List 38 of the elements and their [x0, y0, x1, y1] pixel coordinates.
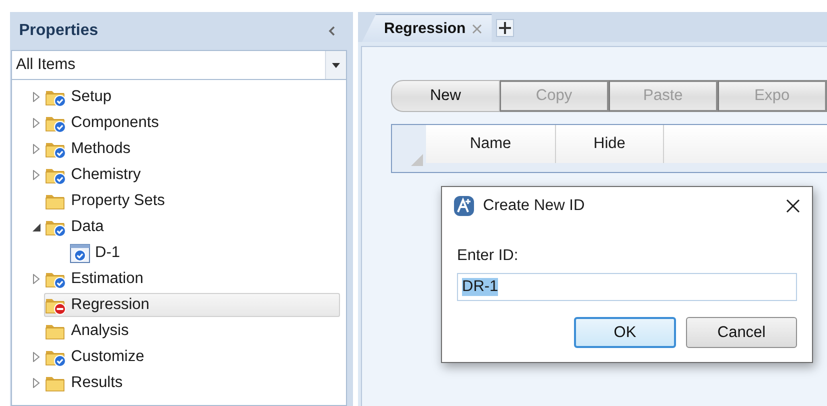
- expand-arrow-icon[interactable]: [32, 118, 40, 128]
- expand-arrow-icon[interactable]: [32, 170, 40, 180]
- tree-item[interactable]: D-1: [68, 241, 127, 265]
- tree-item[interactable]: Chemistry: [44, 163, 148, 187]
- tree-item[interactable]: Customize: [44, 345, 152, 369]
- tree-item[interactable]: Data: [44, 215, 111, 239]
- app-logo-icon: [453, 195, 475, 217]
- expand-arrow-icon[interactable]: [32, 274, 40, 284]
- filter-dropdown[interactable]: All Items: [11, 50, 347, 80]
- input-field[interactable]: DR-1: [457, 273, 797, 301]
- column-header[interactable]: Hide: [556, 125, 664, 163]
- field-label: Enter ID:: [457, 247, 520, 265]
- expand-arrow-icon[interactable]: [32, 144, 40, 154]
- close-icon[interactable]: [786, 199, 800, 213]
- dropdown-arrow-icon[interactable]: [332, 62, 340, 68]
- document-tab[interactable]: Regression: [362, 14, 492, 42]
- tree-item[interactable]: Property Sets: [44, 189, 172, 213]
- expand-arrow-icon[interactable]: [32, 378, 40, 388]
- tree-item[interactable]: Analysis: [44, 319, 136, 343]
- tree-item[interactable]: Methods: [44, 137, 138, 161]
- collapse-arrow-icon[interactable]: [32, 222, 40, 232]
- expand-arrow-icon[interactable]: [32, 92, 40, 102]
- tree-item[interactable]: Estimation: [44, 267, 150, 291]
- collapse-panel-icon[interactable]: [328, 26, 335, 36]
- panel-title: Properties: [19, 22, 98, 40]
- tree-item[interactable]: Regression: [44, 293, 340, 317]
- column-header[interactable]: Name: [426, 125, 556, 163]
- expand-arrow-icon[interactable]: [32, 352, 40, 362]
- tree-item[interactable]: Results: [44, 371, 130, 395]
- form-icon: [69, 242, 91, 264]
- dialog-button[interactable]: OK: [574, 317, 676, 348]
- toolbar-button[interactable]: New: [391, 80, 500, 112]
- new-tab-button[interactable]: [496, 19, 514, 37]
- dialog-button[interactable]: Cancel: [686, 317, 797, 348]
- dialog-title: Create New ID: [483, 197, 585, 215]
- plus-icon: [498, 22, 511, 34]
- tree-item[interactable]: Components: [44, 111, 166, 135]
- tree-item[interactable]: Setup: [44, 85, 119, 109]
